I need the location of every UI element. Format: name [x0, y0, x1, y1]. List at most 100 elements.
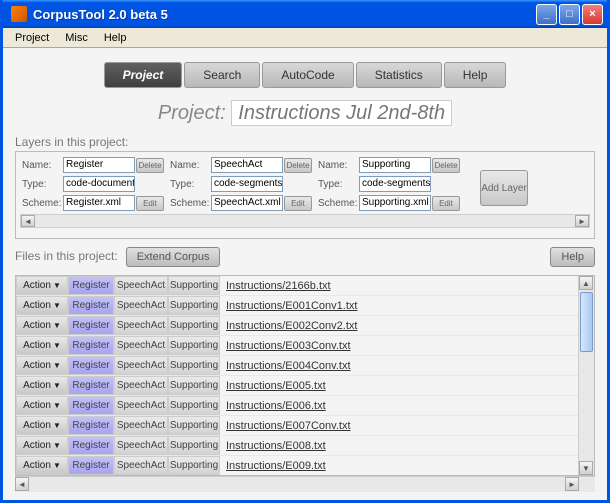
speechact-button[interactable]: SpeechAct [114, 436, 168, 455]
action-dropdown[interactable]: Action▼ [16, 336, 68, 355]
chevron-down-icon: ▼ [53, 441, 61, 450]
edit-layer-button[interactable]: Edit [284, 196, 312, 211]
edit-layer-button[interactable]: Edit [136, 196, 164, 211]
supporting-button[interactable]: Supporting [168, 356, 220, 375]
action-dropdown[interactable]: Action▼ [16, 396, 68, 415]
file-path-link[interactable]: Instructions/E009.txt [220, 456, 578, 475]
file-path-link[interactable]: Instructions/E008.txt [220, 436, 578, 455]
supporting-button[interactable]: Supporting [168, 436, 220, 455]
project-name: Instructions Jul 2nd-8th [231, 100, 452, 126]
register-button[interactable]: Register [68, 276, 114, 295]
tab-search[interactable]: Search [184, 62, 260, 88]
file-path-link[interactable]: Instructions/E004Conv.txt [220, 356, 578, 375]
action-dropdown[interactable]: Action▼ [16, 436, 68, 455]
speechact-button[interactable]: SpeechAct [114, 296, 168, 315]
scroll-left-icon[interactable]: ◄ [15, 477, 29, 491]
register-button[interactable]: Register [68, 456, 114, 475]
action-dropdown[interactable]: Action▼ [16, 316, 68, 335]
file-path-link[interactable]: Instructions/E001Conv1.txt [220, 296, 578, 315]
table-row: Action▼RegisterSpeechActSupportingInstru… [16, 456, 578, 475]
main-tabs: Project Search AutoCode Statistics Help [15, 62, 595, 88]
register-button[interactable]: Register [68, 336, 114, 355]
type-label: Type: [316, 179, 358, 190]
layer-name-field[interactable]: SpeechAct [211, 157, 283, 173]
speechact-button[interactable]: SpeechAct [114, 396, 168, 415]
supporting-button[interactable]: Supporting [168, 296, 220, 315]
file-path-link[interactable]: Instructions/E002Conv2.txt [220, 316, 578, 335]
supporting-button[interactable]: Supporting [168, 316, 220, 335]
layer-type-field[interactable]: code-document [63, 176, 135, 192]
window-title: CorpusTool 2.0 beta 5 [33, 7, 536, 22]
supporting-button[interactable]: Supporting [168, 416, 220, 435]
file-path-link[interactable]: Instructions/E006.txt [220, 396, 578, 415]
supporting-button[interactable]: Supporting [168, 376, 220, 395]
scroll-left-icon[interactable]: ◄ [21, 215, 35, 227]
action-dropdown[interactable]: Action▼ [16, 376, 68, 395]
supporting-button[interactable]: Supporting [168, 396, 220, 415]
menu-project[interactable]: Project [7, 30, 57, 46]
speechact-button[interactable]: SpeechAct [114, 276, 168, 295]
scroll-up-icon[interactable]: ▲ [579, 276, 593, 290]
edit-layer-button[interactable]: Edit [432, 196, 460, 211]
action-dropdown[interactable]: Action▼ [16, 356, 68, 375]
speechact-button[interactable]: SpeechAct [114, 376, 168, 395]
tab-autocode[interactable]: AutoCode [262, 62, 353, 88]
supporting-button[interactable]: Supporting [168, 456, 220, 475]
register-button[interactable]: Register [68, 316, 114, 335]
supporting-button[interactable]: Supporting [168, 276, 220, 295]
speechact-button[interactable]: SpeechAct [114, 456, 168, 475]
file-path-link[interactable]: Instructions/2166b.txt [220, 276, 578, 295]
supporting-button[interactable]: Supporting [168, 336, 220, 355]
menu-help[interactable]: Help [96, 30, 135, 46]
extend-corpus-button[interactable]: Extend Corpus [126, 247, 221, 267]
register-button[interactable]: Register [68, 416, 114, 435]
action-dropdown[interactable]: Action▼ [16, 276, 68, 295]
add-layer-button[interactable]: Add Layer [480, 170, 528, 206]
files-hscrollbar[interactable]: ◄ ► [15, 476, 595, 492]
close-button[interactable]: × [582, 4, 603, 25]
register-button[interactable]: Register [68, 296, 114, 315]
speechact-button[interactable]: SpeechAct [114, 416, 168, 435]
action-dropdown[interactable]: Action▼ [16, 416, 68, 435]
layer-type-field[interactable]: code-segments [359, 176, 431, 192]
table-row: Action▼RegisterSpeechActSupportingInstru… [16, 276, 578, 296]
register-button[interactable]: Register [68, 376, 114, 395]
speechact-button[interactable]: SpeechAct [114, 356, 168, 375]
speechact-button[interactable]: SpeechAct [114, 336, 168, 355]
action-dropdown[interactable]: Action▼ [16, 456, 68, 475]
speechact-button[interactable]: SpeechAct [114, 316, 168, 335]
register-button[interactable]: Register [68, 356, 114, 375]
layer-name-field[interactable]: Supporting [359, 157, 431, 173]
register-button[interactable]: Register [68, 436, 114, 455]
file-path-link[interactable]: Instructions/E005.txt [220, 376, 578, 395]
layer-scheme-field[interactable]: SpeechAct.xml [211, 195, 283, 211]
tab-statistics[interactable]: Statistics [356, 62, 442, 88]
minimize-button[interactable]: _ [536, 4, 557, 25]
help-button[interactable]: Help [550, 247, 595, 267]
delete-layer-button[interactable]: Delete [432, 158, 460, 173]
delete-layer-button[interactable]: Delete [284, 158, 312, 173]
layers-heading: Layers in this project: [15, 135, 595, 149]
file-path-link[interactable]: Instructions/E007Conv.txt [220, 416, 578, 435]
scroll-down-icon[interactable]: ▼ [579, 461, 593, 475]
content-area: Project Search AutoCode Statistics Help … [3, 48, 607, 500]
scroll-right-icon[interactable]: ► [565, 477, 579, 491]
layer-type-field[interactable]: code-segments [211, 176, 283, 192]
maximize-button[interactable]: □ [559, 4, 580, 25]
tab-help[interactable]: Help [444, 62, 507, 88]
layer-name-field[interactable]: Register [63, 157, 135, 173]
register-button[interactable]: Register [68, 396, 114, 415]
menu-misc[interactable]: Misc [57, 30, 96, 46]
chevron-down-icon: ▼ [53, 461, 61, 470]
files-vscrollbar[interactable]: ▲ ▼ [578, 276, 594, 475]
scroll-thumb[interactable] [580, 292, 593, 352]
layer-scheme-field[interactable]: Register.xml [63, 195, 135, 211]
tab-project[interactable]: Project [104, 62, 183, 88]
scroll-right-icon[interactable]: ► [575, 215, 589, 227]
file-path-link[interactable]: Instructions/E003Conv.txt [220, 336, 578, 355]
files-heading: Files in this project: [15, 249, 118, 263]
layers-hscrollbar[interactable]: ◄ ► [20, 214, 590, 228]
action-dropdown[interactable]: Action▼ [16, 296, 68, 315]
delete-layer-button[interactable]: Delete [136, 158, 164, 173]
layer-scheme-field[interactable]: Supporting.xml [359, 195, 431, 211]
